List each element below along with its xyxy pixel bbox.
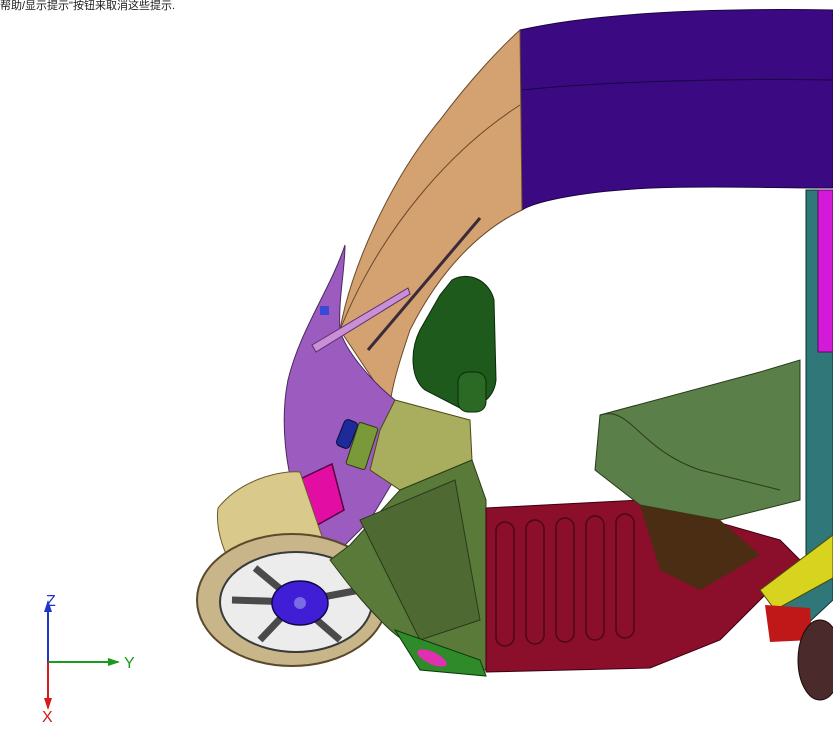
y-axis-label: Y bbox=[124, 655, 135, 672]
roof-canopy[interactable] bbox=[519, 9, 833, 211]
motor-cap bbox=[457, 371, 487, 413]
x-axis-label: X bbox=[42, 709, 53, 726]
magenta-post[interactable] bbox=[817, 189, 833, 353]
rear-seat[interactable] bbox=[594, 359, 801, 521]
z-axis-label: Z bbox=[46, 593, 56, 610]
cabin-floor[interactable] bbox=[485, 499, 801, 673]
axis-triad: Z Y X bbox=[0, 590, 150, 728]
small-blue-tag bbox=[320, 306, 329, 315]
hub-bolt bbox=[294, 597, 306, 609]
